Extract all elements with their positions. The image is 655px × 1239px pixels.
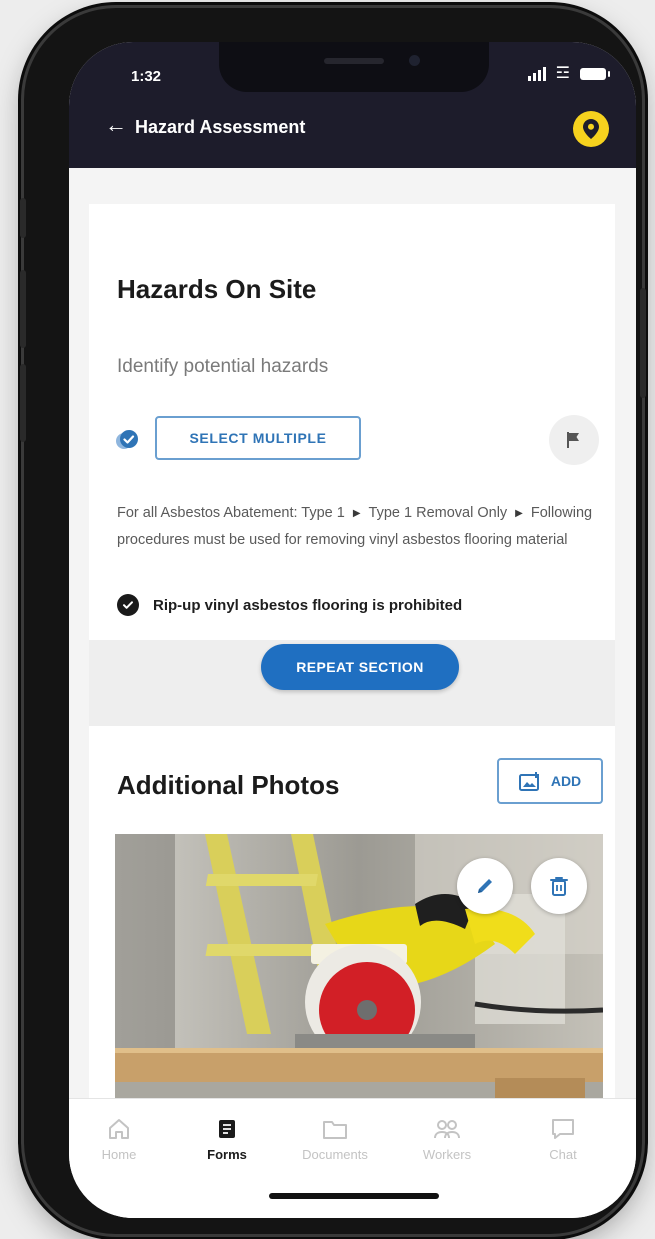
back-arrow-icon[interactable]: ← xyxy=(105,114,127,136)
tab-workers[interactable]: Workers xyxy=(397,1113,497,1162)
location-pin-button[interactable] xyxy=(573,111,609,147)
hazard-description: For all Asbestos Abatement: Type 1 ▶ Type … xyxy=(117,500,603,554)
trash-icon xyxy=(550,877,568,896)
delete-photo-button[interactable] xyxy=(531,858,587,914)
breadcrumb-arrow-icon: ▶ xyxy=(515,508,523,519)
status-icons: ☲ xyxy=(527,65,610,82)
folder-icon xyxy=(323,1121,347,1139)
mute-switch xyxy=(20,198,26,238)
form-content: Hazards On Site Identify potential hazar… xyxy=(69,168,636,1098)
tab-label: Forms xyxy=(207,1147,247,1162)
check-icon xyxy=(117,594,139,616)
select-multiple-button[interactable]: SELECT MULTIPLE xyxy=(155,416,361,460)
phone-screen: 1:32 ☲ ← Hazard Assessment Hazards On Si… xyxy=(69,42,636,1218)
home-indicator[interactable] xyxy=(269,1193,439,1199)
status-time: 1:32 xyxy=(131,68,162,85)
tab-label: Documents xyxy=(302,1147,368,1162)
tab-documents[interactable]: Documents xyxy=(285,1113,385,1162)
saw-photo-illustration xyxy=(115,834,603,1098)
power-button xyxy=(640,288,646,398)
forms-icon xyxy=(219,1120,235,1138)
notch xyxy=(219,42,489,92)
chat-icon xyxy=(552,1119,574,1139)
volume-down-button xyxy=(20,364,26,442)
flag-icon xyxy=(567,432,579,448)
attached-photo[interactable] xyxy=(115,834,603,1098)
section-subtitle: Identify potential hazards xyxy=(117,356,329,377)
repeat-section-button[interactable]: REPEAT SECTION xyxy=(261,644,459,690)
hazards-card: Hazards On Site Identify potential hazar… xyxy=(89,204,615,726)
breadcrumb-arrow-icon: ▶ xyxy=(352,508,361,519)
flag-button[interactable] xyxy=(549,415,599,465)
tab-chat[interactable]: Chat xyxy=(513,1113,613,1162)
pencil-icon xyxy=(478,879,492,893)
tab-label: Chat xyxy=(549,1147,577,1162)
multi-check-icon xyxy=(116,430,138,449)
volume-up-button xyxy=(20,270,26,348)
add-label: ADD xyxy=(550,773,582,789)
checked-item-label: Rip-up vinyl asbestos flooring is prohib… xyxy=(153,596,463,614)
tab-forms[interactable]: Forms xyxy=(177,1113,277,1162)
additional-photos-card: Additional Photos ADD xyxy=(89,726,615,1098)
edit-photo-button[interactable] xyxy=(457,858,513,914)
section-title: Hazards On Site xyxy=(117,274,317,304)
home-icon xyxy=(109,1119,129,1139)
add-photo-button[interactable]: ADD xyxy=(497,758,603,804)
signal-icon xyxy=(527,67,546,81)
add-photo-icon xyxy=(518,772,539,791)
section-title: Additional Photos xyxy=(117,770,340,800)
description-part: Type 1 Removal Only xyxy=(368,505,508,521)
battery-icon xyxy=(580,68,610,80)
description-part: For all Asbestos Abatement: Type 1 xyxy=(117,505,345,521)
wifi-icon: ☲ xyxy=(555,65,570,82)
tab-label: Home xyxy=(101,1147,137,1162)
page-title: Hazard Assessment xyxy=(135,117,306,137)
tab-home[interactable]: Home xyxy=(69,1113,169,1162)
location-pin-icon xyxy=(583,119,599,139)
checked-hazard-item[interactable]: Rip-up vinyl asbestos flooring is prohib… xyxy=(117,594,462,616)
tab-label: Workers xyxy=(422,1147,472,1162)
workers-icon xyxy=(434,1120,460,1139)
bottom-tab-bar: Home Forms Documents Workers Chat xyxy=(69,1098,636,1218)
